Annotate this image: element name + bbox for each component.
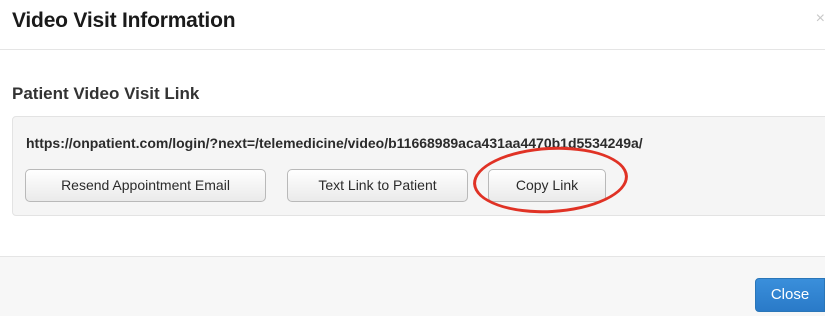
modal-footer: Close (0, 256, 825, 316)
section-title: Patient Video Visit Link (12, 84, 200, 103)
copy-link-button[interactable]: Copy Link (488, 169, 606, 202)
modal-header: Video Visit Information × (0, 0, 825, 50)
text-link-to-patient-button[interactable]: Text Link to Patient (287, 169, 468, 202)
resend-appointment-email-button[interactable]: Resend Appointment Email (25, 169, 266, 202)
video-visit-url: https://onpatient.com/login/?next=/telem… (26, 135, 643, 151)
link-panel: https://onpatient.com/login/?next=/telem… (12, 116, 825, 216)
close-button[interactable]: Close (755, 278, 825, 312)
modal-title: Video Visit Information (12, 9, 236, 32)
close-icon[interactable]: × (816, 11, 825, 27)
video-visit-modal: Video Visit Information × Patient Video … (0, 0, 825, 316)
